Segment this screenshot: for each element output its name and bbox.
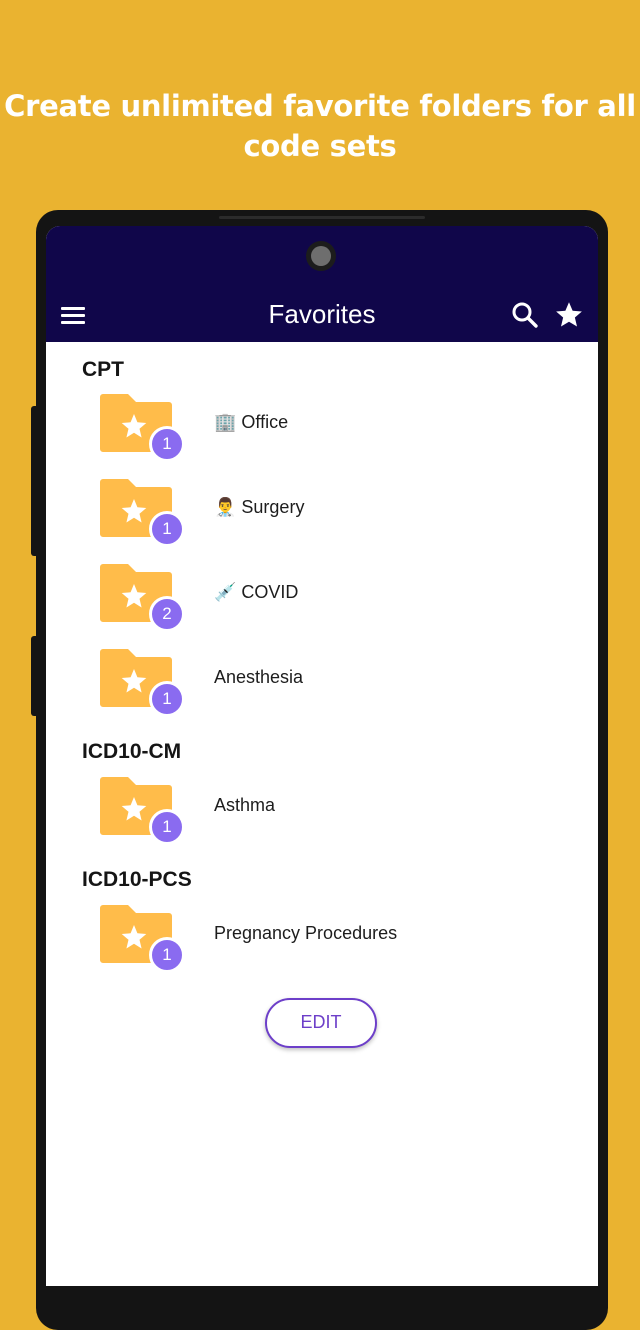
folder-label: Anesthesia [214,667,304,687]
folder-item-surgery[interactable]: 1 👨‍⚕️ Surgery [46,469,598,549]
folder-item-pregnancy-procedures[interactable]: 1 Pregnancy Procedures [46,895,598,975]
folder-item-asthma[interactable]: 1 Asthma [46,767,598,847]
count-badge: 2 [149,596,185,632]
folder-label: 💉 COVID [214,582,299,602]
count-badge: 1 [149,809,185,845]
count-badge: 1 [149,681,185,717]
section-header-icd10-pcs: ICD10-PCS [82,868,192,891]
app-bar: Favorites [46,288,598,342]
status-bar [46,226,598,288]
section-header-cpt: CPT [82,358,124,381]
folder-item-anesthesia[interactable]: 1 Anesthesia [46,639,598,719]
star-icon[interactable] [554,300,584,330]
section-header-icd10-cm: ICD10-CM [82,740,182,763]
folder-label: Pregnancy Procedures [214,923,398,943]
phone-speaker-grille [219,216,425,219]
folder-item-covid[interactable]: 2 💉 COVID [46,554,598,634]
promo-headline: Create unlimited favorite folders for al… [4,89,636,163]
count-badge: 1 [149,511,185,547]
folder-label: 🏢 Office [214,412,289,432]
count-badge: 1 [149,937,185,973]
edit-button[interactable]: EDIT [265,998,377,1048]
count-badge: 1 [149,426,185,462]
phone-screen: Favorites CPT 1 🏢 Office [46,226,598,1286]
folder-item-office[interactable]: 1 🏢 Office [46,384,598,464]
folder-label: Asthma [214,795,276,815]
folder-label: 👨‍⚕️ Surgery [214,497,305,517]
front-camera [306,241,336,271]
search-icon[interactable] [510,300,540,330]
